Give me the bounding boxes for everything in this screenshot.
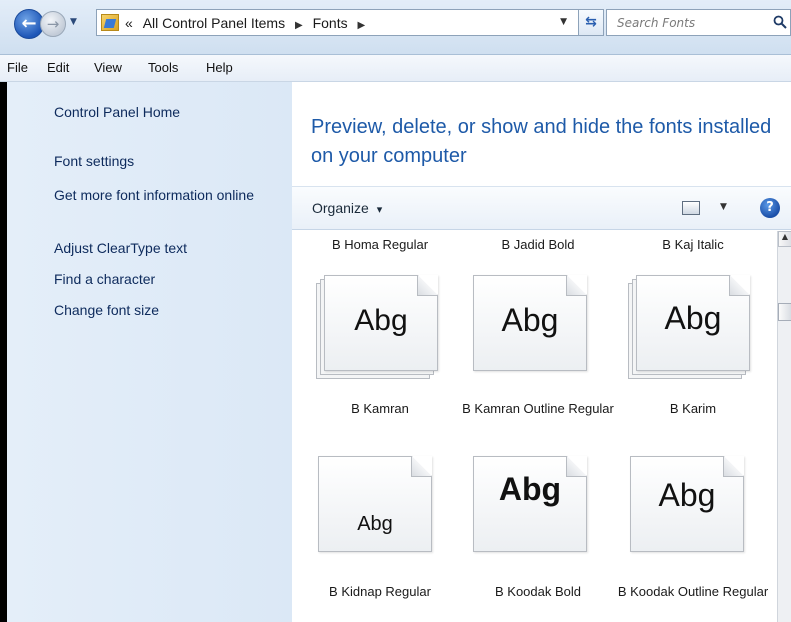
address-history-dropdown[interactable]: ▼ xyxy=(560,17,567,27)
address-bar-area: ← → ▼ « All Control Panel Items ▶ Fonts … xyxy=(0,0,791,55)
chevron-right-icon[interactable]: ▶ xyxy=(295,20,303,31)
font-page-icon: Abg xyxy=(473,456,587,552)
breadcrumb-fonts[interactable]: Fonts xyxy=(313,15,348,31)
page-heading: Preview, delete, or show and hide the fo… xyxy=(311,116,772,167)
task-pane: Control Panel Home Font settings Get mor… xyxy=(0,82,292,622)
view-options-dropdown[interactable]: ▼ xyxy=(720,202,727,212)
recent-pages-dropdown[interactable]: ▼ xyxy=(70,17,77,27)
task-find-character[interactable]: Find a character xyxy=(54,271,284,288)
refresh-button[interactable]: ⇆ xyxy=(578,9,604,36)
task-adjust-cleartype[interactable]: Adjust ClearType text xyxy=(54,240,284,257)
help-icon[interactable]: ? xyxy=(760,198,780,218)
menu-help[interactable]: Help xyxy=(206,60,233,75)
font-preview-text: Abg xyxy=(498,471,562,507)
menu-bar: File Edit View Tools Help xyxy=(0,55,791,82)
font-item-label[interactable]: B Koodak Bold xyxy=(462,583,614,600)
font-page-icon: Abg xyxy=(636,275,750,371)
task-control-panel-home[interactable]: Control Panel Home xyxy=(54,104,284,121)
breadcrumb-all-control-panel-items[interactable]: All Control Panel Items xyxy=(143,15,285,31)
task-get-more-font-info[interactable]: Get more font information online xyxy=(54,187,254,204)
refresh-icon: ⇆ xyxy=(585,14,597,30)
font-item-label[interactable]: B Kidnap Regular xyxy=(304,583,456,600)
menu-view[interactable]: View xyxy=(94,60,122,75)
organize-label: Organize xyxy=(312,200,369,216)
vertical-scrollbar[interactable]: ▲ xyxy=(777,231,791,622)
scroll-up-arrow-icon[interactable]: ▲ xyxy=(778,231,791,247)
menu-edit[interactable]: Edit xyxy=(47,60,69,75)
font-page-icon: Abg xyxy=(630,456,744,552)
back-arrow-icon: ← xyxy=(21,13,37,34)
command-bar: Organize ▾ ▼ ? xyxy=(292,186,791,230)
menu-file[interactable]: File xyxy=(7,60,28,75)
menu-tools[interactable]: Tools xyxy=(148,60,178,75)
chevron-down-icon: ▾ xyxy=(376,204,383,216)
font-item-label[interactable]: B Kamran Outline Regular xyxy=(462,400,614,417)
font-preview-text: Abg xyxy=(658,477,716,513)
organize-button[interactable]: Organize ▾ xyxy=(312,200,382,216)
font-item-label[interactable]: B Jadid Bold xyxy=(462,236,614,253)
change-view-icon[interactable] xyxy=(682,201,700,215)
font-page-icon: Abg xyxy=(318,456,432,552)
search-input[interactable] xyxy=(607,10,757,35)
font-preview-text: Abg xyxy=(501,302,559,338)
font-item-label[interactable]: B Homa Regular xyxy=(304,236,456,253)
font-preview-text: Abg xyxy=(354,304,408,337)
breadcrumb: « All Control Panel Items ▶ Fonts ▶ xyxy=(125,15,371,31)
search-icon[interactable] xyxy=(773,15,787,29)
task-font-settings[interactable]: Font settings xyxy=(54,153,284,170)
font-item-label[interactable]: B Kaj Italic xyxy=(617,236,769,253)
font-page-icon: Abg xyxy=(324,275,438,371)
font-item-label[interactable]: B Karim xyxy=(617,400,769,417)
breadcrumb-overflow[interactable]: « xyxy=(125,15,133,31)
search-box xyxy=(606,9,791,36)
font-page-icon: Abg xyxy=(473,275,587,371)
address-field[interactable]: « All Control Panel Items ▶ Fonts ▶ ▼ xyxy=(96,9,604,36)
forward-arrow-icon: → xyxy=(46,15,60,33)
task-change-font-size[interactable]: Change font size xyxy=(54,302,284,319)
chevron-right-icon[interactable]: ▶ xyxy=(357,20,365,31)
font-item-label[interactable]: B Kamran xyxy=(304,400,456,417)
control-panel-folder-icon xyxy=(101,14,119,31)
scroll-thumb[interactable] xyxy=(778,303,791,321)
font-item-label[interactable]: B Koodak Outline Regular xyxy=(617,583,769,600)
font-preview-text: Abg xyxy=(357,513,393,535)
forward-button[interactable]: → xyxy=(40,11,66,37)
font-preview-text: Abg xyxy=(664,300,722,336)
